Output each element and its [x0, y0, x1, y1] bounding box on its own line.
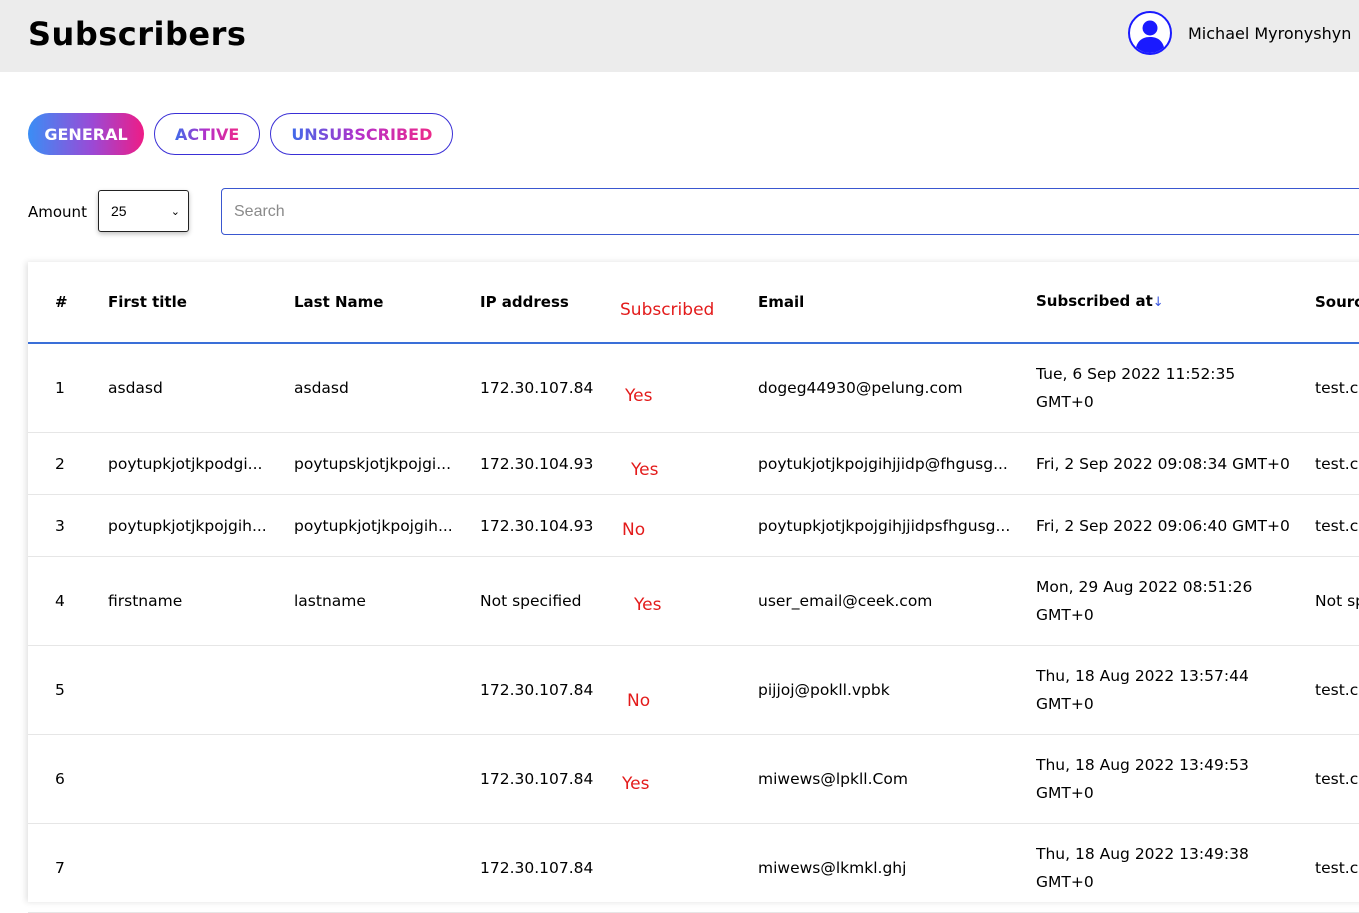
cell-email: miwews@lkmkl.ghj [758, 823, 1036, 913]
subscribed-value: Yes [631, 459, 659, 480]
col-header-email[interactable]: Email [758, 262, 1036, 344]
cell-last-name [294, 823, 480, 913]
cell-subscribed: Yes [620, 734, 758, 824]
cell-source: Not specified [1315, 556, 1359, 646]
cell-last-name: asdasd [294, 343, 480, 433]
cell-ip: 172.30.107.84 [480, 645, 620, 735]
subscribed-value: Yes [634, 595, 662, 615]
tab-unsubscribed-label: UNSUBSCRIBED [291, 124, 433, 144]
table-header-row: # First title Last Name IP address Subsc… [28, 262, 1359, 344]
subscribed-value: Yes [625, 386, 653, 406]
cell-email: poytupkjotjkpojgihjjidpsfhgusg... [758, 494, 1036, 557]
col-header-source[interactable]: Source [1315, 262, 1359, 344]
cell-last-name [294, 734, 480, 824]
cell-email: dogeg44930@pelung.com [758, 343, 1036, 433]
cell-ip: 172.30.104.93 [480, 494, 620, 557]
cell-subscribed-at: Thu, 18 Aug 2022 13:49:53 GMT+0 [1036, 734, 1315, 824]
table-row[interactable]: 5 172.30.107.84 No pijjoj@pokll.vpbk Thu… [28, 645, 1359, 735]
cell-subscribed-at: Tue, 6 Sep 2022 11:52:35 GMT+0 [1036, 343, 1315, 433]
cell-first-title: asdasd [108, 343, 294, 433]
col-header-ip[interactable]: IP address [480, 262, 620, 344]
cell-num: 6 [28, 734, 108, 824]
cell-source: test.com [1315, 645, 1359, 735]
cell-subscribed: Yes [620, 556, 758, 646]
sort-down-icon[interactable]: ↓ [1153, 295, 1164, 310]
tab-general[interactable]: GENERAL [28, 113, 144, 155]
cell-subscribed-at: Fri, 2 Sep 2022 09:08:34 GMT+0 [1036, 432, 1315, 495]
amount-label: Amount [28, 203, 87, 221]
search-input[interactable] [221, 188, 1359, 235]
table-row[interactable]: 4 firstname lastname Not specified Yes u… [28, 556, 1359, 646]
cell-email: pijjoj@pokll.vpbk [758, 645, 1036, 735]
cell-source: test.com [1315, 432, 1359, 495]
cell-num: 1 [28, 343, 108, 433]
user-name[interactable]: Michael Myronyshyn [1188, 24, 1351, 43]
subscribed-value: No [622, 519, 646, 540]
cell-num: 3 [28, 494, 108, 557]
subscribed-value: No [627, 691, 651, 711]
col-header-subscribed: Subscribed [620, 262, 758, 344]
cell-source: test.com [1315, 734, 1359, 824]
subscriber-tabs: GENERAL ACTIVE UNSUBSCRIBED [28, 113, 454, 155]
table-row[interactable]: 7 172.30.107.84 miwews@lkmkl.ghj Thu, 18… [28, 823, 1359, 913]
cell-email: miwews@lpkll.Com [758, 734, 1036, 824]
cell-first-title [108, 734, 294, 824]
cell-first-title: firstname [108, 556, 294, 646]
cell-ip: Not specified [480, 556, 620, 646]
cell-subscribed-at: Thu, 18 Aug 2022 13:57:44 GMT+0 [1036, 645, 1315, 735]
cell-last-name [294, 645, 480, 735]
cell-source: test.com [1315, 494, 1359, 557]
cell-num: 2 [28, 432, 108, 495]
cell-first-title [108, 645, 294, 735]
amount-value: 25 [111, 203, 127, 219]
cell-subscribed-at: Mon, 29 Aug 2022 08:51:26 GMT+0 [1036, 556, 1315, 646]
table-row[interactable]: 1 asdasd asdasd 172.30.107.84 Yes dogeg4… [28, 343, 1359, 433]
cell-first-title: poytupkjotjkpojgih... [108, 494, 294, 557]
cell-num: 7 [28, 823, 108, 913]
user-avatar-icon[interactable] [1128, 11, 1172, 55]
page-title: Subscribers [28, 15, 247, 53]
cell-source: test.com [1315, 343, 1359, 433]
chevron-down-icon: ⌄ [170, 205, 180, 218]
cell-subscribed [620, 823, 758, 913]
cell-subscribed: Yes [620, 343, 758, 433]
cell-ip: 172.30.107.84 [480, 823, 620, 913]
table-row[interactable]: 6 172.30.107.84 Yes miwews@lpkll.Com Thu… [28, 734, 1359, 824]
tab-active-label: ACTIVE [175, 124, 240, 144]
cell-source: test.com [1315, 823, 1359, 913]
cell-ip: 172.30.107.84 [480, 343, 620, 433]
user-menu[interactable]: Michael Myronyshyn [1128, 9, 1351, 57]
col-header-num: # [28, 262, 108, 344]
cell-subscribed: Yes [620, 432, 758, 495]
col-header-last-name[interactable]: Last Name [294, 262, 480, 344]
table-row[interactable]: 2 poytupkjotjkpodgi... poytupskjotjkpojg… [28, 432, 1359, 495]
cell-last-name: lastname [294, 556, 480, 646]
table-row[interactable]: 3 poytupkjotjkpojgih... poytupkjotjkpojg… [28, 494, 1359, 557]
subscribers-table: # First title Last Name IP address Subsc… [28, 262, 1359, 913]
cell-ip: 172.30.104.93 [480, 432, 620, 495]
cell-email: poytukjotjkpojgihjjidp@fhgusg... [758, 432, 1036, 495]
cell-first-title [108, 823, 294, 913]
top-header: Subscribers Michael Myronyshyn [0, 0, 1359, 72]
cell-first-title: poytupkjotjkpodgi... [108, 432, 294, 495]
cell-ip: 172.30.107.84 [480, 734, 620, 824]
amount-select[interactable]: 25 ⌄ [98, 190, 189, 232]
cell-email: user_email@ceek.com [758, 556, 1036, 646]
cell-num: 5 [28, 645, 108, 735]
subscribed-value: Yes [622, 774, 650, 794]
cell-subscribed-at: Fri, 2 Sep 2022 09:06:40 GMT+0 [1036, 494, 1315, 557]
col-header-subscribed-at[interactable]: Subscribed at↓ [1036, 262, 1315, 344]
tab-active[interactable]: ACTIVE [154, 113, 261, 155]
col-header-subscribed-at-label: Subscribed at [1036, 292, 1153, 310]
cell-last-name: poytupkjotjkpojgih... [294, 494, 480, 557]
cell-subscribed: No [620, 645, 758, 735]
col-header-first-title[interactable]: First title [108, 262, 294, 344]
cell-last-name: poytupskjotjkpojgi... [294, 432, 480, 495]
cell-subscribed-at: Thu, 18 Aug 2022 13:49:38 GMT+0 [1036, 823, 1315, 913]
tab-unsubscribed[interactable]: UNSUBSCRIBED [270, 113, 454, 155]
cell-subscribed: No [620, 494, 758, 557]
cell-num: 4 [28, 556, 108, 646]
